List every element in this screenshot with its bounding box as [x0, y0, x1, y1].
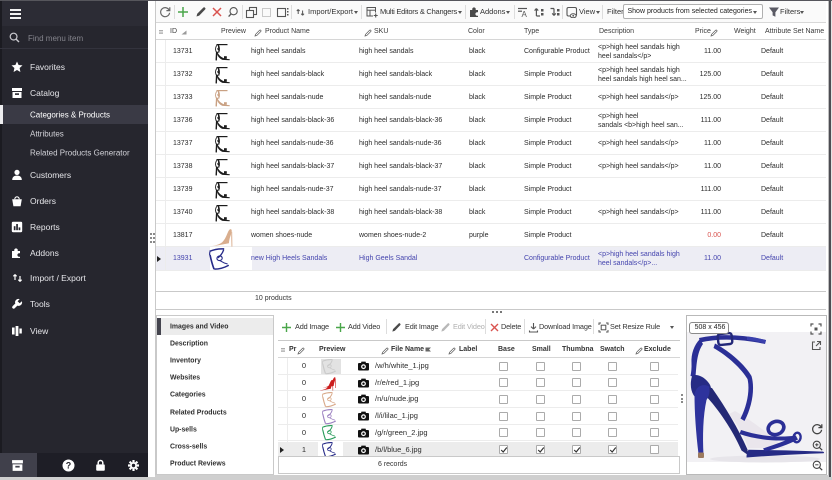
svg-text:A: A	[521, 10, 527, 18]
svg-text:?: ?	[66, 461, 72, 471]
